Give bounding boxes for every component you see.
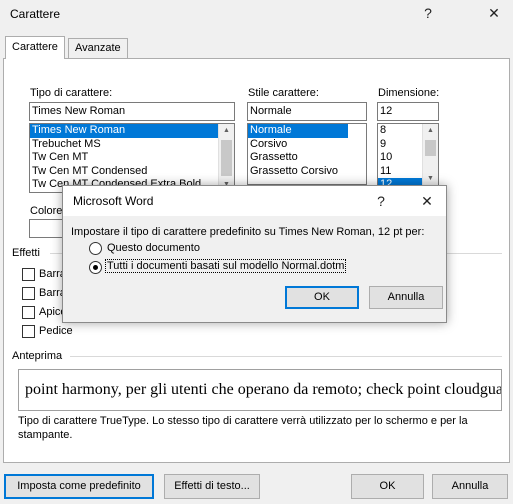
scroll-up-icon[interactable]: ▲	[219, 124, 234, 138]
style-list-item[interactable]: Grassetto Corsivo	[248, 165, 366, 179]
strikethrough-checkbox[interactable]	[22, 268, 35, 281]
this-document-label: Questo documento	[107, 242, 200, 254]
effects-title: Effetti	[12, 247, 46, 259]
subscript-checkbox[interactable]	[22, 325, 35, 338]
preview-box: point harmony, per gli utenti che operan…	[18, 369, 502, 411]
all-documents-label: Tutti i documenti basati sul modello Nor…	[104, 259, 347, 273]
font-list-item[interactable]: Times New Roman	[30, 124, 218, 138]
style-list-item[interactable]: Normale	[248, 124, 348, 138]
size-input[interactable]: 12	[377, 102, 439, 121]
scroll-thumb[interactable]	[425, 140, 436, 156]
radio-dot-icon	[93, 265, 98, 270]
preview-title: Anteprima	[12, 350, 69, 362]
this-document-radio[interactable]	[89, 242, 102, 255]
modal-help-button[interactable]: ?	[371, 191, 391, 211]
modal-title: Microsoft Word	[73, 194, 154, 208]
style-listbox[interactable]: Normale Corsivo Grassetto Grassetto Cors…	[247, 123, 367, 185]
cancel-button[interactable]: Annulla	[432, 474, 508, 499]
font-list-item[interactable]: Tw Cen MT	[30, 151, 234, 165]
size-listbox[interactable]: 8 9 10 11 12 ▲ ▼	[377, 123, 439, 187]
font-name-input[interactable]: Times New Roman	[29, 102, 235, 121]
dialog-title: Carattere	[10, 7, 61, 21]
superscript-checkbox[interactable]	[22, 306, 35, 319]
modal-cancel-button[interactable]: Annulla	[369, 286, 443, 309]
all-documents-radio[interactable]	[89, 261, 102, 274]
text-effects-button[interactable]: Effetti di testo...	[164, 474, 260, 499]
size-list-scrollbar[interactable]: ▲ ▼	[422, 124, 438, 186]
style-list-item[interactable]: Grassetto	[248, 151, 366, 165]
preview-divider	[70, 356, 502, 357]
subscript-label: Pedice	[39, 325, 73, 337]
style-label: Stile carattere:	[248, 87, 319, 99]
font-label: Tipo di carattere:	[30, 87, 113, 99]
close-button[interactable]: ✕	[484, 3, 504, 23]
font-list-item[interactable]: Tw Cen MT Condensed	[30, 165, 234, 179]
default-font-modal: Microsoft Word ? ✕ Impostare il tipo di …	[62, 185, 447, 323]
set-default-button[interactable]: Imposta come predefinito	[4, 474, 154, 499]
double-strikethrough-checkbox[interactable]	[22, 287, 35, 300]
scroll-down-icon[interactable]: ▼	[423, 172, 438, 186]
tab-avanzate-label: Avanzate	[75, 42, 121, 54]
ok-button[interactable]: OK	[351, 474, 424, 499]
scroll-thumb[interactable]	[221, 140, 232, 176]
style-input[interactable]: Normale	[247, 102, 367, 121]
size-label: Dimensione:	[378, 87, 440, 99]
tab-avanzate[interactable]: Avanzate	[68, 38, 128, 58]
tab-carattere[interactable]: Carattere	[5, 36, 65, 59]
tab-carattere-label: Carattere	[12, 41, 58, 53]
font-description: Tipo di carattere TrueType. Lo stesso ti…	[18, 415, 468, 441]
color-label: Colore	[30, 205, 63, 217]
modal-ok-button[interactable]: OK	[285, 286, 359, 309]
font-listbox[interactable]: Times New Roman Trebuchet MS Tw Cen MT T…	[29, 123, 235, 193]
scroll-up-icon[interactable]: ▲	[423, 124, 438, 138]
modal-prompt: Impostare il tipo di carattere predefini…	[71, 226, 425, 238]
style-list-item[interactable]: Corsivo	[248, 138, 366, 152]
modal-close-button[interactable]: ✕	[417, 191, 437, 211]
help-button[interactable]: ?	[418, 3, 438, 23]
font-list-item[interactable]: Trebuchet MS	[30, 138, 234, 152]
font-list-scrollbar[interactable]: ▲ ▼	[218, 124, 234, 192]
